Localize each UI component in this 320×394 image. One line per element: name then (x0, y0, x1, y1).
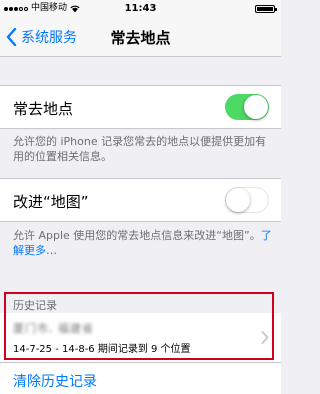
status-time: 11:43 (124, 3, 157, 14)
clear-history-button[interactable]: 清除历史记录 (0, 362, 281, 394)
page-title: 常去地点 (110, 29, 171, 47)
improve-maps-footer-text: 允许 Apple 使用您的常去地点信息来改进“地图”。 (13, 229, 261, 242)
improve-maps-toggle[interactable] (225, 187, 269, 213)
navigation-bar: 系统服务 常去地点 (0, 17, 281, 57)
improve-maps-label: 改进“地图” (13, 193, 89, 211)
frequent-locations-toggle[interactable] (225, 94, 269, 120)
toggle-knob (226, 188, 250, 212)
improve-maps-cell: 改进“地图” (0, 178, 281, 222)
frequent-locations-footer: 允许您的 iPhone 记录您常去的地点以便提供更加有用的位置相关信息。 (13, 135, 267, 163)
frequent-locations-cell: 常去地点 (0, 85, 281, 129)
improve-maps-footer: 允许 Apple 使用您的常去地点信息来改进“地图”。了解更多… (13, 228, 273, 258)
clear-history-label: 清除历史记录 (13, 374, 97, 390)
frequent-locations-label: 常去地点 (13, 100, 74, 118)
battery-icon (255, 5, 277, 13)
status-bar: 中国移动 11:43 (0, 0, 281, 17)
highlight-annotation (4, 292, 274, 360)
toggle-knob (244, 95, 268, 119)
